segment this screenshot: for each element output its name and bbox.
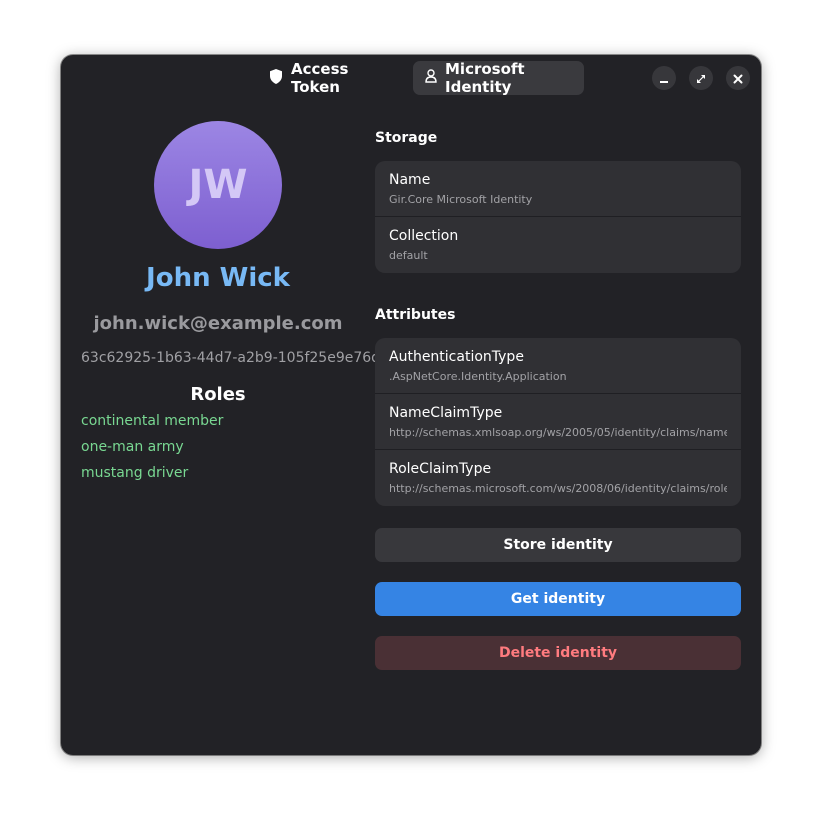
app-window: Access Token Microsoft Identity JW John … [61, 55, 761, 755]
roles-list: continental member one-man army mustang … [81, 413, 223, 491]
row-value: http://schemas.xmlsoap.org/ws/2005/05/id… [389, 426, 727, 439]
roles-heading: Roles [190, 384, 246, 405]
row-label: Collection [389, 228, 459, 244]
row-value: default [389, 249, 428, 262]
delete-identity-button[interactable]: Delete identity [375, 636, 741, 670]
role-item: one-man army [81, 439, 184, 455]
avatar-initials: JW [188, 162, 248, 208]
minimize-button[interactable] [652, 66, 676, 90]
maximize-button[interactable] [689, 66, 713, 90]
attributes-card: AuthenticationType .AspNetCore.Identity.… [375, 338, 741, 506]
user-id: 63c62925-1b63-44d7-a2b9-105f25e9e76d [81, 350, 381, 366]
attribute-row-name-claim-type: NameClaimType http://schemas.xmlsoap.org… [375, 394, 741, 450]
tab-label: Microsoft Identity [445, 60, 525, 96]
storage-row-name: Name Gir.Core Microsoft Identity [375, 161, 741, 217]
tab-microsoft-identity[interactable]: Microsoft Identity [413, 60, 584, 96]
row-label: RoleClaimType [389, 461, 492, 477]
role-item: mustang driver [81, 465, 189, 481]
get-identity-button[interactable]: Get identity [375, 582, 741, 616]
storage-card: Name Gir.Core Microsoft Identity Collect… [375, 161, 741, 273]
attribute-row-authentication-type: AuthenticationType .AspNetCore.Identity.… [375, 338, 741, 394]
role-item: continental member [81, 413, 224, 429]
minimize-icon [659, 69, 669, 88]
attributes-heading: Attributes [375, 307, 456, 323]
user-name: John Wick [146, 263, 290, 293]
storage-row-collection: Collection default [375, 217, 741, 273]
tab-label: Access Token [291, 60, 349, 96]
row-label: AuthenticationType [389, 349, 524, 365]
close-button[interactable] [726, 66, 750, 90]
avatar: JW [154, 121, 282, 249]
row-value: Gir.Core Microsoft Identity [389, 193, 533, 206]
tab-access-token[interactable]: Access Token [257, 60, 393, 96]
row-value: .AspNetCore.Identity.Application [389, 370, 567, 383]
store-identity-button[interactable]: Store identity [375, 528, 741, 562]
row-label: Name [389, 172, 431, 188]
close-icon [733, 69, 743, 88]
row-label: NameClaimType [389, 405, 503, 421]
row-value: http://schemas.microsoft.com/ws/2008/06/… [389, 482, 727, 495]
storage-heading: Storage [375, 130, 438, 146]
maximize-icon [696, 69, 706, 88]
person-icon [425, 69, 437, 87]
user-email: john.wick@example.com [93, 313, 343, 334]
shield-icon [269, 68, 283, 88]
attribute-row-role-claim-type: RoleClaimType http://schemas.microsoft.c… [375, 450, 741, 506]
